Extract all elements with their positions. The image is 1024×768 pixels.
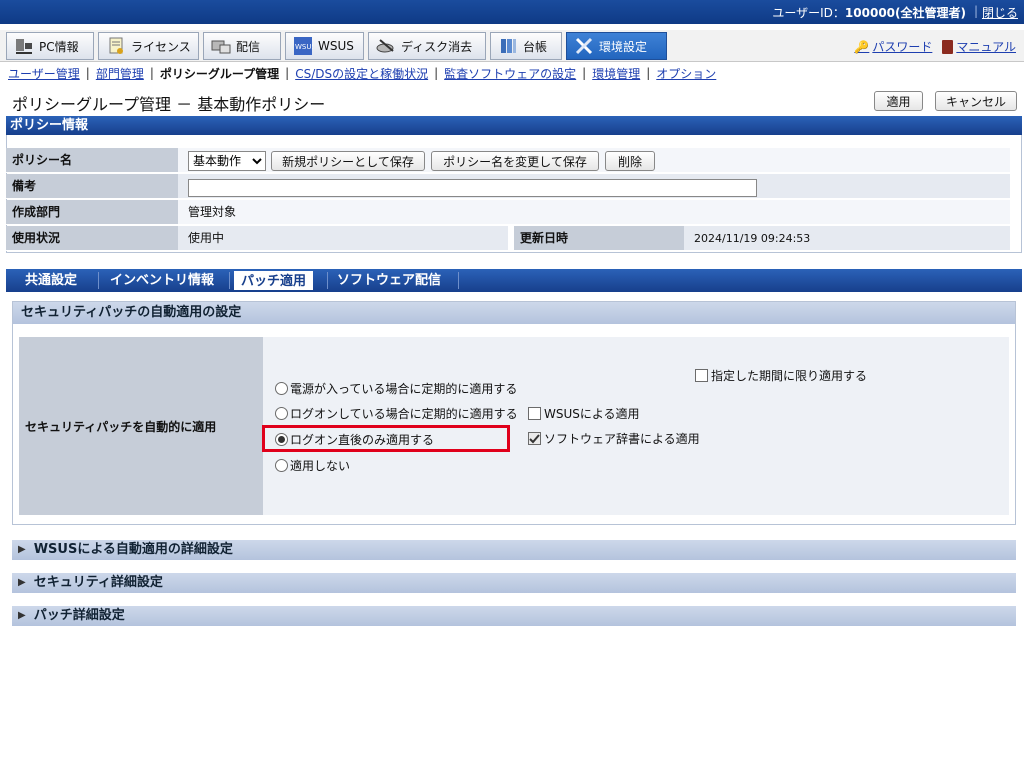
subnav-csds-settings[interactable]: CS/DSの設定と稼働状況: [295, 65, 428, 82]
manual-link[interactable]: マニュアル: [942, 38, 1016, 55]
user-info: ユーザーID：100000(全社管理者): [772, 6, 966, 20]
menu-tab-disk-erase[interactable]: ディスク消去: [368, 32, 486, 60]
updated-label: 更新日時: [514, 226, 684, 251]
top-separator: |: [973, 4, 978, 18]
checkbox[interactable]: [695, 369, 708, 382]
pc-icon: [13, 36, 35, 56]
subnav-user-management[interactable]: ユーザー管理: [8, 65, 80, 82]
menu-tab-license[interactable]: ライセンス: [98, 32, 199, 60]
checkbox-checked[interactable]: [528, 432, 541, 445]
usage-status-label: 使用状況: [6, 226, 178, 251]
policy-tabs: 共通設定 インベントリ情報 パッチ適用 ソフトウェア配信: [6, 269, 1022, 292]
auto-apply-label: セキュリティパッチを自動的に適用: [19, 337, 263, 515]
policy-info-heading: ポリシー情報: [6, 116, 1022, 135]
delete-policy-button[interactable]: 削除: [605, 151, 655, 171]
menu-tab-wsus[interactable]: WSUS WSUS: [285, 32, 364, 60]
radio-button[interactable]: [275, 407, 288, 420]
header-links: 🔑 パスワード マニュアル: [854, 38, 1016, 55]
disk-erase-icon: [375, 36, 397, 56]
checkbox-wsus-apply[interactable]: WSUSによる適用: [528, 405, 640, 422]
usage-status-value: 使用中: [178, 226, 508, 251]
radio-option-logged-on[interactable]: ログオンしている場合に定期的に適用する: [275, 405, 518, 422]
tab-patch-apply[interactable]: パッチ適用: [234, 271, 314, 290]
svg-text:WSUS: WSUS: [295, 43, 313, 51]
checkbox-limited-period[interactable]: 指定した期間に限り適用する: [695, 367, 867, 384]
status-row: 使用状況 使用中 更新日時 2024/11/19 09:24:53: [6, 226, 1010, 251]
save-as-new-policy-button[interactable]: 新規ポリシーとして保存: [271, 151, 425, 171]
subnav-department-management[interactable]: 部門管理: [96, 65, 144, 82]
expand-arrow-icon: ▶: [18, 577, 26, 588]
page-title: ポリシーグループ管理 － 基本動作ポリシー: [12, 95, 326, 114]
user-id: 100000(全社管理者): [844, 6, 966, 20]
wsus-detail-settings-header[interactable]: ▶ WSUSによる自動適用の詳細設定: [12, 540, 1016, 560]
radio-button[interactable]: [275, 459, 288, 472]
tab-common-settings[interactable]: 共通設定: [19, 271, 83, 290]
menu-tab-delivery[interactable]: 配信: [203, 32, 281, 60]
note-input[interactable]: [188, 179, 757, 197]
menu-tab-pc-info[interactable]: PC情報: [6, 32, 94, 60]
radio-option-after-logon[interactable]: ログオン直後のみ適用する: [275, 431, 434, 448]
tab-inventory[interactable]: インベントリ情報: [104, 271, 220, 290]
password-link[interactable]: 🔑 パスワード: [854, 38, 932, 55]
radio-option-power-on[interactable]: 電源が入っている場合に定期的に適用する: [275, 380, 517, 397]
subnav-audit-software[interactable]: 監査ソフトウェアの設定: [444, 65, 576, 82]
updated-value: 2024/11/19 09:24:53: [684, 226, 1010, 251]
auto-apply-options: [263, 337, 1009, 515]
checkbox[interactable]: [528, 407, 541, 420]
apply-button[interactable]: 適用: [874, 91, 923, 111]
department-label: 作成部門: [6, 200, 178, 225]
check-icon: [529, 434, 540, 444]
policy-name-select[interactable]: 基本動作: [188, 151, 266, 171]
delivery-icon: [210, 36, 232, 56]
top-bar: ユーザーID：100000(全社管理者) | 閉じる: [0, 0, 1024, 24]
tab-software-delivery[interactable]: ソフトウェア配信: [331, 271, 447, 290]
expand-arrow-icon: ▶: [18, 544, 26, 555]
department-value: 管理対象: [178, 200, 1010, 225]
subnav-environment-management[interactable]: 環境管理: [592, 65, 640, 82]
security-detail-settings-header[interactable]: ▶ セキュリティ詳細設定: [12, 573, 1016, 593]
menu-tab-ledger[interactable]: 台帳: [490, 32, 562, 60]
security-patch-heading: セキュリティパッチの自動適用の設定: [13, 302, 1015, 324]
ledger-icon: [497, 36, 519, 56]
checkbox-software-dictionary[interactable]: ソフトウェア辞書による適用: [528, 430, 700, 447]
patch-detail-settings-header[interactable]: ▶ パッチ詳細設定: [12, 606, 1016, 626]
department-row: 作成部門 管理対象: [6, 200, 1010, 225]
radio-button[interactable]: [275, 382, 288, 395]
cancel-button[interactable]: キャンセル: [935, 91, 1017, 111]
close-link[interactable]: 閉じる: [982, 4, 1018, 21]
license-icon: [105, 36, 127, 56]
radio-option-none[interactable]: 適用しない: [275, 457, 350, 474]
menu-tab-environment[interactable]: 環境設定: [566, 32, 667, 60]
subnav-options[interactable]: オプション: [656, 65, 716, 82]
rename-and-save-button[interactable]: ポリシー名を変更して保存: [431, 151, 599, 171]
tools-icon: [573, 36, 595, 56]
book-icon: [942, 39, 954, 54]
subnav-policy-group-management: ポリシーグループ管理: [159, 66, 280, 81]
expand-arrow-icon: ▶: [18, 610, 26, 621]
sub-navigation: ユーザー管理 | 部門管理 | ポリシーグループ管理 | CS/DSの設定と稼働…: [8, 65, 717, 82]
main-menu: PC情報 ライセンス 配信 WSUS WSUS ディスク消去 台帳 環境設定 🔑…: [0, 30, 1024, 62]
wsus-icon: WSUS: [292, 36, 314, 56]
key-icon: 🔑: [854, 39, 870, 54]
radio-button-selected[interactable]: [275, 433, 288, 446]
note-label: 備考: [6, 174, 178, 199]
policy-name-label: ポリシー名: [6, 148, 178, 173]
